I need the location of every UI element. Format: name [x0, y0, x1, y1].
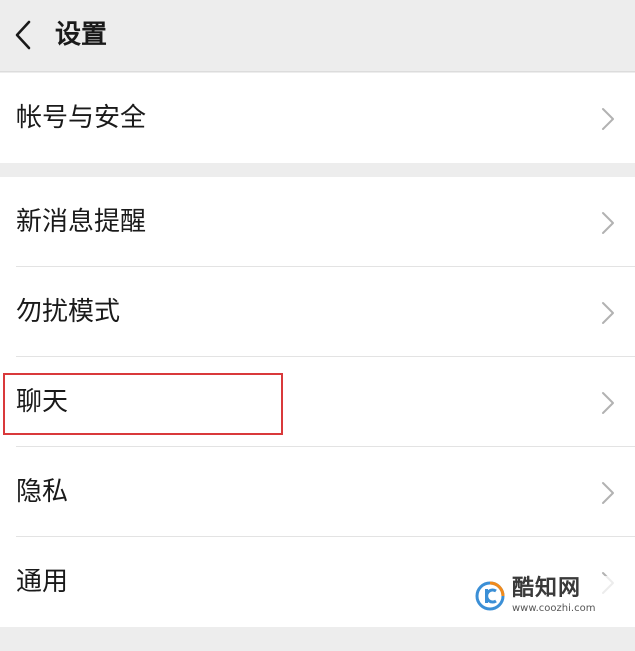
- settings-item-do-not-disturb[interactable]: 勿扰模式: [0, 267, 635, 357]
- page-title: 设置: [55, 20, 108, 50]
- settings-item-label: 通用: [16, 567, 69, 597]
- settings-item-new-message-alerts[interactable]: 新消息提醒: [0, 177, 635, 267]
- nav-header: 设置: [0, 0, 635, 72]
- chevron-right-icon: [602, 108, 614, 130]
- back-button[interactable]: [8, 14, 38, 56]
- settings-item-label: 帐号与安全: [16, 103, 147, 133]
- settings-item-label: 隐私: [16, 477, 69, 507]
- watermark-title: 酷知网: [512, 576, 582, 601]
- watermark: 酷知网 www.coozhi.com: [472, 576, 622, 616]
- settings-group-account: 帐号与安全: [0, 73, 635, 163]
- settings-group-main: 新消息提醒 勿扰模式 聊天 隐私 通用: [0, 177, 635, 627]
- chevron-right-icon: [602, 212, 614, 234]
- chevron-right-icon: [602, 482, 614, 504]
- settings-item-chat[interactable]: 聊天: [0, 357, 635, 447]
- chevron-left-icon: [15, 20, 31, 50]
- watermark-url: www.coozhi.com: [512, 603, 596, 614]
- chevron-right-icon: [602, 302, 614, 324]
- settings-item-account-security[interactable]: 帐号与安全: [0, 73, 635, 163]
- settings-item-privacy[interactable]: 隐私: [0, 447, 635, 537]
- chevron-right-icon: [602, 392, 614, 414]
- settings-item-label: 勿扰模式: [16, 297, 121, 327]
- settings-item-label: 聊天: [16, 387, 69, 417]
- settings-item-label: 新消息提醒: [16, 207, 147, 237]
- coozhi-logo-icon: [475, 581, 505, 611]
